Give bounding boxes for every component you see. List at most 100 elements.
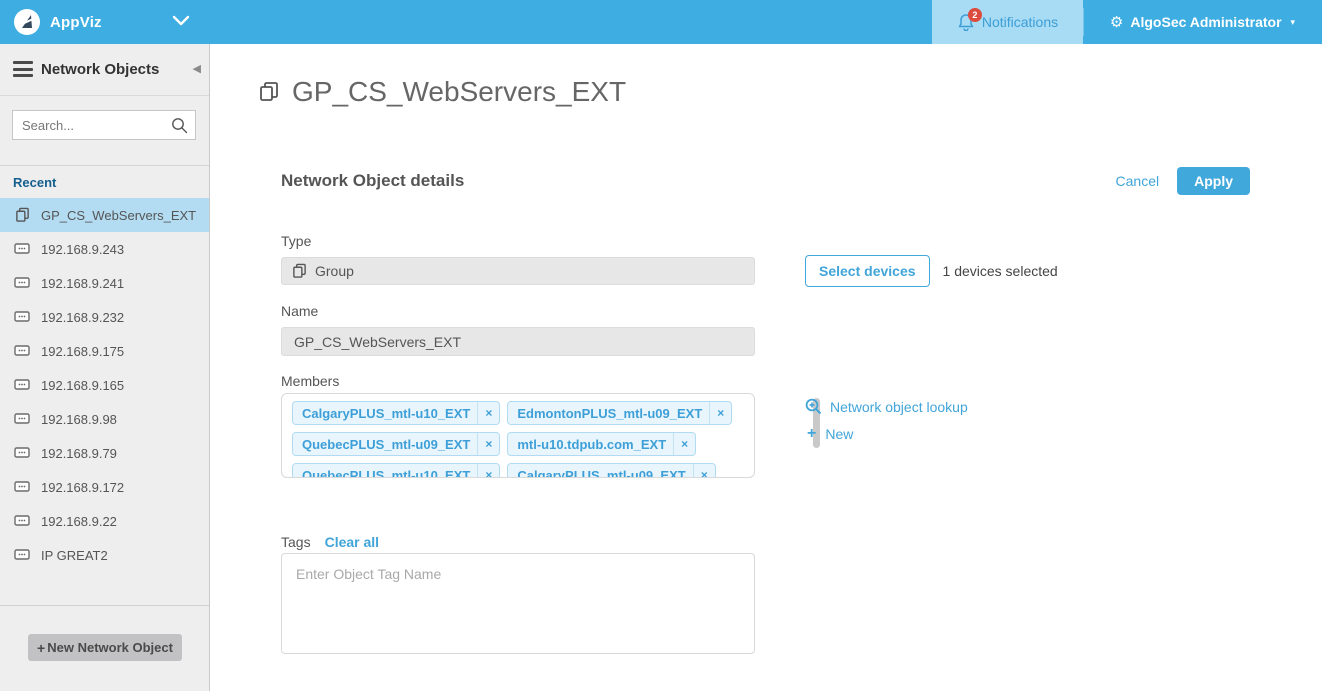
host-icon xyxy=(13,243,31,255)
user-menu-button[interactable]: ⚙ AlgoSec Administrator ▾ xyxy=(1083,0,1322,44)
sidebar-item-label: 192.168.9.172 xyxy=(41,480,124,495)
remove-member-icon[interactable]: × xyxy=(673,433,695,455)
gear-icon: ⚙ xyxy=(1110,15,1123,30)
sidebar-item[interactable]: 192.168.9.243 xyxy=(0,232,209,266)
zoom-in-icon xyxy=(805,398,822,415)
page-title-row: GP_CS_WebServers_EXT xyxy=(258,76,626,108)
type-label: Type xyxy=(281,233,311,249)
member-tag: CalgaryPLUS_mtl-u10_EXT × xyxy=(292,401,500,425)
sidebar: Network Objects ◀ Recent GP_CS_WebServer… xyxy=(0,44,210,691)
recent-list: GP_CS_WebServers_EXT 192.168.9.243 192.1… xyxy=(0,198,209,572)
sidebar-header: Network Objects ◀ xyxy=(0,44,209,96)
hamburger-menu-icon[interactable] xyxy=(13,61,33,77)
sidebar-item[interactable]: 192.168.9.241 xyxy=(0,266,209,300)
sidebar-item[interactable]: 192.168.9.98 xyxy=(0,402,209,436)
sidebar-item-label: IP GREAT2 xyxy=(41,548,108,563)
sidebar-item-label: 192.168.9.243 xyxy=(41,242,124,257)
sidebar-search-box xyxy=(12,110,196,140)
type-value: Group xyxy=(315,263,354,279)
host-icon xyxy=(13,515,31,527)
page-title: GP_CS_WebServers_EXT xyxy=(292,76,626,108)
new-link-label: New xyxy=(825,426,853,442)
host-icon xyxy=(13,413,31,425)
member-tag-label: QuebecPLUS_mtl-u09_EXT xyxy=(302,437,470,452)
sidebar-item[interactable]: 192.168.9.175 xyxy=(0,334,209,368)
sidebar-footer-divider xyxy=(0,605,209,606)
tags-label: Tags xyxy=(281,534,311,550)
plus-icon: + xyxy=(37,640,45,656)
remove-member-icon[interactable]: × xyxy=(709,402,731,424)
member-tag: mtl-u10.tdpub.com_EXT × xyxy=(507,432,696,456)
sidebar-item-label: GP_CS_WebServers_EXT xyxy=(41,208,196,223)
remove-member-icon[interactable]: × xyxy=(477,402,499,424)
notifications-button[interactable]: 2 Notifications xyxy=(932,0,1083,44)
topbar: AppViz 2 Notifications ⚙ AlgoSec Adminis… xyxy=(0,0,1322,44)
type-field: Group xyxy=(281,257,755,285)
sidebar-divider xyxy=(0,165,209,166)
sidebar-title: Network Objects xyxy=(41,61,159,78)
sidebar-item[interactable]: GP_CS_WebServers_EXT xyxy=(0,198,209,232)
member-tag: QuebecPLUS_mtl-u09_EXT × xyxy=(292,432,500,456)
appviz-logo-icon xyxy=(14,9,40,35)
sidebar-item-label: 192.168.9.22 xyxy=(41,514,117,529)
select-devices-button[interactable]: Select devices xyxy=(805,255,930,287)
host-icon xyxy=(13,447,31,459)
host-icon xyxy=(13,277,31,289)
app-logo[interactable]: AppViz xyxy=(14,9,102,35)
tag-name-input[interactable] xyxy=(296,566,726,582)
sidebar-item[interactable]: 192.168.9.22 xyxy=(0,504,209,538)
group-icon xyxy=(292,263,307,279)
apply-button[interactable]: Apply xyxy=(1177,167,1250,195)
bell-icon: 2 xyxy=(957,13,975,31)
new-member-link[interactable]: + New xyxy=(807,426,853,442)
name-value: GP_CS_WebServers_EXT xyxy=(294,334,461,350)
sidebar-item-label: 192.168.9.79 xyxy=(41,446,117,461)
sidebar-item[interactable]: IP GREAT2 xyxy=(0,538,209,572)
cancel-button[interactable]: Cancel xyxy=(1116,173,1160,189)
app-menu-chevron-down-icon[interactable] xyxy=(172,15,190,27)
tags-box xyxy=(281,553,755,654)
app-name: AppViz xyxy=(50,14,102,31)
sidebar-item-label: 192.168.9.232 xyxy=(41,310,124,325)
name-field: GP_CS_WebServers_EXT xyxy=(281,327,755,356)
member-tag: QuebecPLUS_mtl-u10_EXT × xyxy=(292,463,500,478)
members-label: Members xyxy=(281,373,339,389)
search-input[interactable] xyxy=(22,111,167,139)
remove-member-icon[interactable]: × xyxy=(477,433,499,455)
user-caret-down-icon: ▾ xyxy=(1291,17,1296,28)
sidebar-collapse-icon[interactable]: ◀ xyxy=(193,62,201,75)
host-icon xyxy=(13,311,31,323)
sidebar-item-label: 192.168.9.241 xyxy=(41,276,124,291)
user-menu-label: AlgoSec Administrator xyxy=(1130,14,1281,30)
members-box[interactable]: CalgaryPLUS_mtl-u10_EXT × EdmontonPLUS_m… xyxy=(281,393,755,478)
host-icon xyxy=(13,481,31,493)
member-tag-label: EdmontonPLUS_mtl-u09_EXT xyxy=(517,406,702,421)
main-content: GP_CS_WebServers_EXT Network Object deta… xyxy=(211,44,1322,691)
notifications-label: Notifications xyxy=(982,14,1058,30)
search-icon[interactable] xyxy=(171,117,188,134)
remove-member-icon[interactable]: × xyxy=(477,464,499,478)
details-section-header: Network Object details Cancel Apply xyxy=(281,166,1250,196)
host-icon xyxy=(13,345,31,357)
sidebar-item[interactable]: 192.168.9.172 xyxy=(0,470,209,504)
new-network-object-button[interactable]: + New Network Object xyxy=(28,634,182,661)
recent-section-label: Recent xyxy=(13,175,56,190)
section-title: Network Object details xyxy=(281,171,464,191)
member-tag-label: mtl-u10.tdpub.com_EXT xyxy=(517,437,666,452)
group-icon xyxy=(13,207,31,223)
sidebar-item[interactable]: 192.168.9.165 xyxy=(0,368,209,402)
network-object-lookup-link[interactable]: Network object lookup xyxy=(805,398,968,415)
new-network-object-label: New Network Object xyxy=(47,640,173,655)
lookup-label: Network object lookup xyxy=(830,399,968,415)
clear-all-tags-button[interactable]: Clear all xyxy=(325,534,379,550)
sidebar-item[interactable]: 192.168.9.232 xyxy=(0,300,209,334)
sidebar-item-label: 192.168.9.165 xyxy=(41,378,124,393)
remove-member-icon[interactable]: × xyxy=(693,464,715,478)
name-label: Name xyxy=(281,303,318,319)
member-tag: CalgaryPLUS_mtl-u09_EXT × xyxy=(507,463,715,478)
sidebar-item[interactable]: 192.168.9.79 xyxy=(0,436,209,470)
host-icon xyxy=(13,549,31,561)
member-tag-label: QuebecPLUS_mtl-u10_EXT xyxy=(302,468,470,479)
host-icon xyxy=(13,379,31,391)
group-icon xyxy=(258,81,280,103)
